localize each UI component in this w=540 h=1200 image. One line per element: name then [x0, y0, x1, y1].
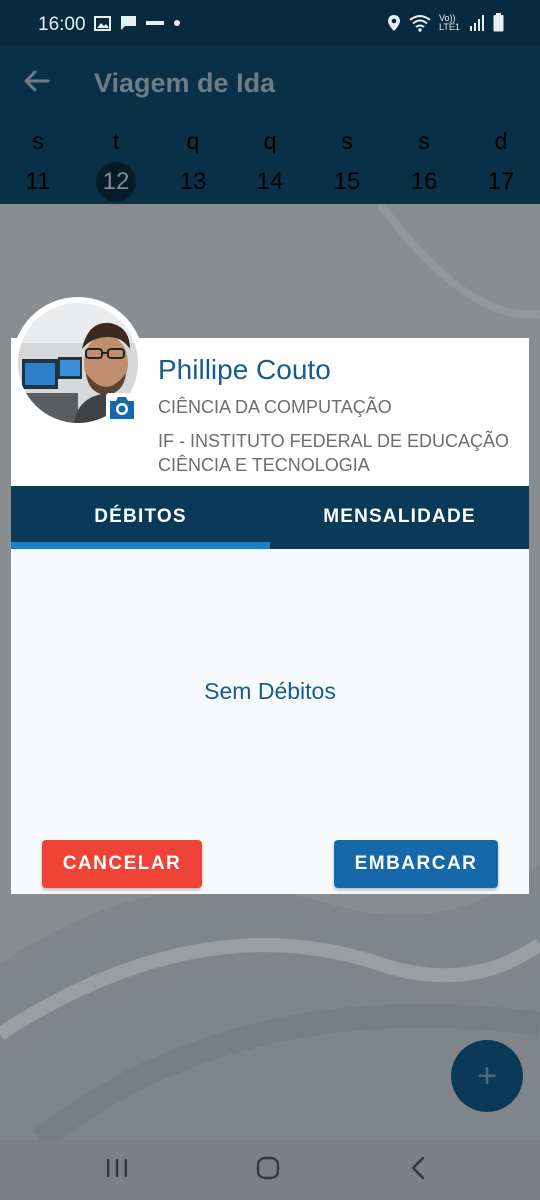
- status-time: 16:00: [38, 14, 86, 35]
- back-arrow-icon[interactable]: [22, 66, 52, 96]
- day-number-selected: 12: [102, 168, 130, 195]
- status-system-icons: Vo)) LTE1: [387, 13, 504, 32]
- day-number: 15: [333, 168, 361, 195]
- add-fab-button[interactable]: +: [451, 1040, 523, 1112]
- day-letter: q: [263, 128, 277, 154]
- status-bar: 16:00 Vo)) LTE1: [0, 0, 540, 46]
- user-name: Phillipe Couto: [158, 354, 331, 385]
- image-icon: [94, 15, 111, 31]
- day-number: 16: [410, 168, 438, 195]
- tab-mensalidade[interactable]: MENSALIDADE: [270, 486, 529, 549]
- wifi-icon: [409, 14, 431, 32]
- signal-icon: [470, 14, 484, 31]
- dialog-tabs: DÉBITOS MENSALIDADE: [11, 486, 529, 549]
- network-icon: [146, 21, 164, 25]
- day-number: 11: [25, 168, 51, 195]
- volte-icon: Vo)) LTE1: [439, 12, 460, 32]
- tab-debitos[interactable]: DÉBITOS: [11, 486, 270, 549]
- system-nav-bar: [0, 1140, 540, 1200]
- day-number: 17: [487, 168, 515, 195]
- page-title: Viagem de Ida: [94, 68, 276, 98]
- recent-apps-icon[interactable]: [104, 1157, 130, 1179]
- change-photo-button[interactable]: [106, 393, 138, 423]
- day-letter: d: [494, 128, 508, 154]
- day-number: 14: [256, 168, 284, 195]
- back-nav-icon[interactable]: [408, 1155, 428, 1181]
- user-institution: IF - INSTITUTO FEDERAL DE EDUCAÇÃO CIÊNC…: [158, 431, 510, 475]
- user-course: CIÊNCIA DA COMPUTAÇÃO: [158, 397, 392, 417]
- day-number: 13: [179, 168, 207, 195]
- cancel-button[interactable]: CANCELAR: [42, 840, 202, 888]
- camera-icon: [110, 397, 134, 419]
- day-letter: q: [186, 128, 200, 154]
- active-tab-indicator: [11, 542, 270, 549]
- chat-icon: [121, 16, 136, 30]
- day-letter: s: [341, 128, 353, 154]
- board-button[interactable]: EMBARCAR: [334, 840, 498, 888]
- plus-icon: +: [477, 1057, 497, 1095]
- app-bar: Viagem de Ida s 11 t 12 q 13 q 14 s 15 s…: [0, 46, 540, 204]
- day-letter: s: [32, 128, 44, 154]
- day-letter: s: [418, 128, 430, 154]
- status-notification-icons: [94, 15, 181, 31]
- battery-icon: [493, 13, 504, 32]
- day-letter: t: [112, 128, 120, 154]
- home-icon[interactable]: [255, 1155, 281, 1181]
- dot-icon: [174, 20, 180, 26]
- location-icon: [388, 14, 400, 31]
- empty-state-message: Sem Débitos: [204, 678, 336, 704]
